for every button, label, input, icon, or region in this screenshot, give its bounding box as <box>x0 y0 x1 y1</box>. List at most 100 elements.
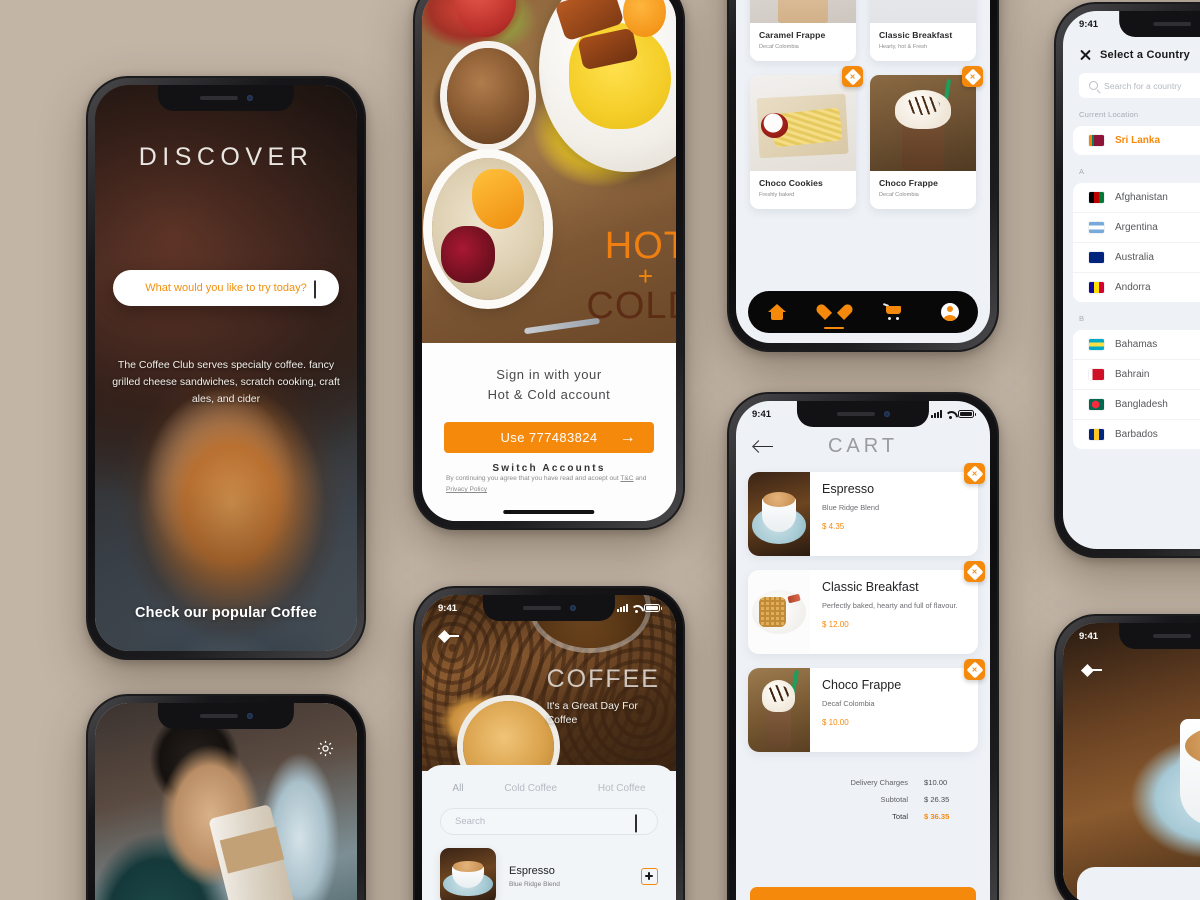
cart-item-row[interactable]: ✕ Choco Frappe Decaf Colombia $ 10.00 <box>748 659 985 752</box>
search-icon <box>1089 81 1098 90</box>
list-item[interactable]: Barbados <box>1073 420 1200 449</box>
cart-item-row[interactable]: ✕ Classic Breakfast Perfectly baked, hea… <box>748 561 985 654</box>
product-image <box>748 668 810 752</box>
current-location-card: Sri Lanka <box>1073 126 1200 155</box>
hero-title-block: COFFEE It's a Great Day For Coffee <box>547 667 660 727</box>
list-item[interactable]: Argentina <box>1073 213 1200 243</box>
cart-item-price: $ 10.00 <box>822 718 849 727</box>
phone-discover: DISCOVER What would you like to try toda… <box>86 76 366 660</box>
legal-and: and <box>633 475 647 482</box>
add-plus-icon[interactable] <box>641 867 658 885</box>
remove-diamond-icon[interactable]: ✕ <box>842 66 863 87</box>
product-card[interactable]: ✕ Choco Frappe Decaf Colombia <box>870 66 983 209</box>
product-name: Choco Frappe <box>879 178 938 188</box>
product-image <box>748 472 810 556</box>
person-icon <box>940 303 959 321</box>
country-name: Australia <box>1115 252 1154 263</box>
cart-item-price: $ 12.00 <box>822 620 849 629</box>
signin-panel: Sign in with your Hot & Cold account Use… <box>422 343 676 521</box>
search-input[interactable]: Search <box>440 808 658 835</box>
product-grid: ✕ Caramel Frappe Decaf Colombia ✕ Classi… <box>750 0 983 209</box>
microphone-icon[interactable] <box>635 814 644 832</box>
product-card[interactable]: ✕ Choco Cookies Freshly baked <box>750 66 863 209</box>
search-input[interactable]: What would you like to try today? <box>113 270 339 306</box>
signin-heading-line1: Sign in with your <box>496 367 602 382</box>
country-search-input[interactable]: Search for a country <box>1079 73 1200 98</box>
list-item[interactable]: Andorra <box>1073 273 1200 302</box>
list-item[interactable]: Australia <box>1073 243 1200 273</box>
wifi-icon <box>945 410 955 419</box>
list-item[interactable]: Afghanistan <box>1073 183 1200 213</box>
arrow-right-icon: → <box>619 428 636 446</box>
product-name: Classic Breakfast <box>879 30 953 40</box>
cart-icon <box>882 303 902 320</box>
sidebar-item-cart[interactable] <box>882 303 902 320</box>
microphone-icon[interactable] <box>314 280 323 299</box>
tab-cold-coffee[interactable]: Cold Coffee <box>504 783 557 794</box>
country-row-current[interactable]: Sri Lanka <box>1073 126 1200 155</box>
phone-profile-portrait <box>86 694 366 900</box>
back-arrow-icon[interactable] <box>754 440 774 454</box>
remove-diamond-icon[interactable]: ✕ <box>962 66 983 87</box>
product-card[interactable]: ✕ Caramel Frappe Decaf Colombia <box>750 0 856 61</box>
cart-item-name: Classic Breakfast <box>822 580 919 594</box>
use-account-button[interactable]: Use 777483824 → <box>444 422 654 453</box>
hero-title: COFFEE <box>546 665 660 693</box>
legal-prefix: By continuing you agree that you have re… <box>446 475 621 482</box>
phone-signin: HOT + COLD Sign in with your Hot & Cold … <box>413 0 685 530</box>
status-time: 9:41 <box>1079 18 1099 30</box>
cart-item-row[interactable]: ✕ Espresso Blue Ridge Blend $ 4.35 <box>748 463 985 556</box>
tab-hot-coffee[interactable]: Hot Coffee <box>598 783 646 794</box>
list-item[interactable]: Espresso Blue Ridge Blend <box>440 848 658 900</box>
search-placeholder: Search for a country <box>1104 80 1182 91</box>
country-name: Argentina <box>1115 222 1158 233</box>
search-placeholder: Search <box>455 816 486 827</box>
terms-link[interactable]: T&C <box>620 475 633 482</box>
phone-country-picker: 9:41 Select a Country Search for a count… <box>1054 2 1200 558</box>
privacy-policy-link[interactable]: Privacy Policy <box>446 486 487 493</box>
menu-sheet: All Cold Coffee Hot Coffee Search Espres… <box>422 765 676 900</box>
gear-icon[interactable] <box>316 739 335 758</box>
remove-diamond-icon[interactable]: ✕ <box>964 463 985 484</box>
product-image <box>870 0 976 23</box>
cart-item-name: Choco Frappe <box>822 678 902 692</box>
list-item[interactable]: Bahrain <box>1073 360 1200 390</box>
country-list-a: Afghanistan Argentina Australia Andorra <box>1073 183 1200 302</box>
product-desc: Decaf Colombia <box>879 192 919 198</box>
detail-sheet <box>1077 867 1200 900</box>
country-name: Barbados <box>1115 429 1158 440</box>
category-tabs: All Cold Coffee Hot Coffee <box>422 765 676 794</box>
summary-label: Subtotal <box>880 795 908 804</box>
product-image <box>870 75 976 171</box>
summary-row: Delivery Charges $10.00 <box>756 778 970 787</box>
page-title: DISCOVER <box>138 143 314 171</box>
tab-all[interactable]: All <box>452 783 463 794</box>
signin-heading-line2: Hot & Cold account <box>487 387 611 402</box>
cellular-signal-icon <box>931 410 942 418</box>
remove-diamond-icon[interactable]: ✕ <box>964 659 985 680</box>
sidebar-item-profile[interactable] <box>940 303 959 321</box>
product-card[interactable]: ✕ Classic Breakfast Hearty, hot & Fresh <box>870 0 976 61</box>
remove-diamond-icon[interactable]: ✕ <box>964 561 985 582</box>
popular-coffee-cta[interactable]: Check our popular Coffee <box>95 605 357 621</box>
active-tab-underline <box>824 326 844 329</box>
cellular-signal-icon <box>617 604 628 612</box>
cart-item-name: Espresso <box>822 482 875 496</box>
sidebar-item-favourites[interactable] <box>824 304 844 329</box>
barbados-flag <box>1089 429 1104 440</box>
search-placeholder: What would you like to try today? <box>145 282 307 294</box>
secure-checkout-button[interactable]: Secure Checkout <box>750 887 976 900</box>
portrait-photo <box>95 703 357 900</box>
notch <box>1119 623 1200 649</box>
section-letter-a: A <box>1079 167 1085 176</box>
page-title: Select a Country <box>1100 49 1191 61</box>
status-time: 9:41 <box>438 602 458 614</box>
sidebar-item-home[interactable] <box>767 303 786 321</box>
close-icon[interactable] <box>1079 49 1091 61</box>
front-camera <box>246 95 253 101</box>
list-item[interactable]: Bangladesh <box>1073 390 1200 420</box>
status-time: 9:41 <box>1079 630 1099 642</box>
list-item[interactable]: Bahamas <box>1073 330 1200 360</box>
coffee-menu-screen: 9:41 COFFEE It's a Great Day For Coffee … <box>422 595 676 900</box>
battery-icon <box>644 603 662 613</box>
